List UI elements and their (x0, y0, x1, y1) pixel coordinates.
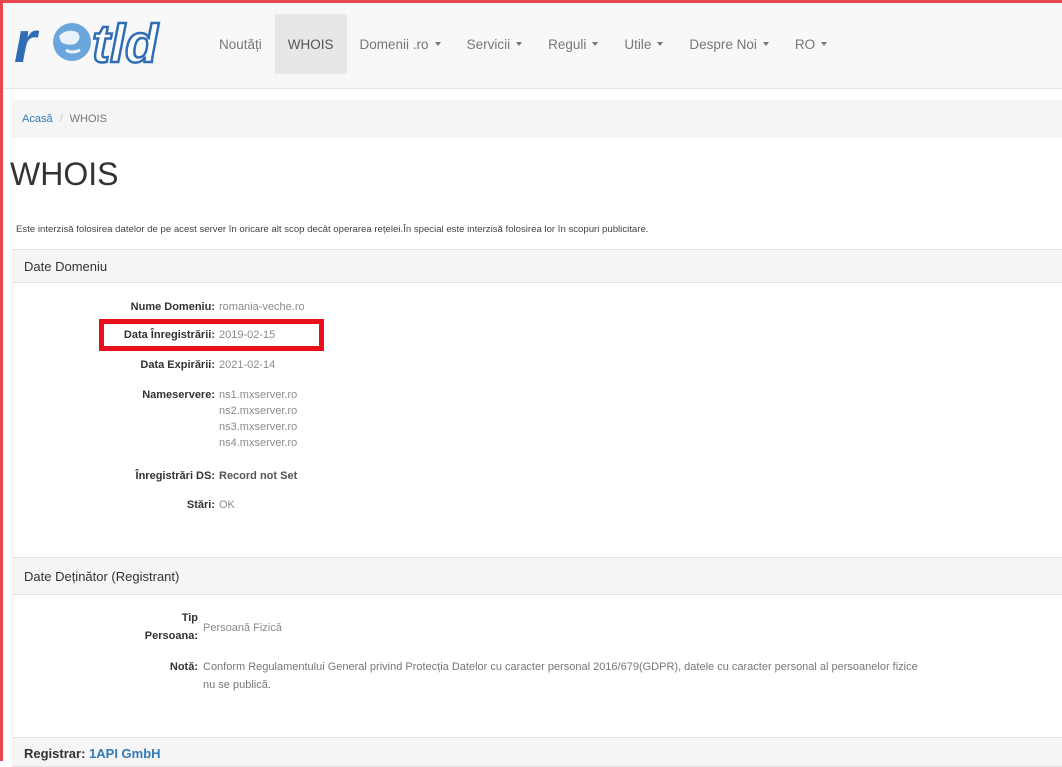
nav-item-language[interactable]: RO (782, 14, 840, 74)
page-title: WHOIS (10, 156, 119, 192)
nav-item-reguli[interactable]: Reguli (535, 14, 611, 74)
caret-down-icon (592, 42, 599, 46)
domain-name-value: romania-veche.ro (219, 301, 305, 313)
nav-item-despre-noi[interactable]: Despre Noi (676, 14, 782, 74)
registrar-heading: Registrar: 1API GmbH (12, 737, 1062, 767)
status-label: Stări: (186, 499, 215, 511)
ds-records-value: Record not Set (219, 470, 298, 482)
breadcrumb-home-link[interactable]: Acasă (22, 113, 53, 125)
registrar-link[interactable]: 1API GmbH (89, 746, 161, 761)
svg-text:tld: tld (92, 14, 159, 72)
breadcrumb-separator: / (59, 113, 63, 125)
nameservers-label: Nameservere: (142, 389, 215, 401)
nota-label: Notă: (169, 661, 198, 673)
ds-records-label: Înregistrări DS: (135, 470, 215, 482)
nav-item-noutati[interactable]: Noutăți (206, 14, 275, 74)
expiration-date-label: Data Expirării: (140, 359, 215, 371)
nav-item-servicii[interactable]: Servicii (454, 14, 536, 74)
caret-down-icon (821, 42, 828, 46)
nameserver-1: ns1.mxserver.ro (219, 389, 298, 401)
nav-menu: Noutăți WHOIS Domenii .ro Servicii Regul… (206, 14, 840, 74)
expiration-date-value: 2021-02-14 (219, 359, 276, 371)
breadcrumb: Acasă / WHOIS (12, 100, 1062, 138)
nav-item-utile[interactable]: Utile (611, 14, 676, 74)
caret-down-icon (762, 42, 769, 46)
nameserver-3: ns3.mxserver.ro (219, 421, 298, 433)
caret-down-icon (434, 42, 441, 46)
nameserver-2: ns2.mxserver.ro (219, 405, 298, 417)
nameserver-4: ns4.mxserver.ro (219, 437, 298, 449)
svg-text:r: r (14, 10, 40, 72)
caret-down-icon (657, 42, 664, 46)
gdpr-note-line1: Conform Regulamentului General privind P… (203, 661, 918, 673)
domain-section-heading: Date Domeniu (12, 249, 1062, 283)
person-type-label-line2: Persoana: (144, 630, 198, 642)
breadcrumb-current: WHOIS (69, 113, 107, 125)
person-type-label-line1: Tip (181, 612, 198, 624)
navbar: r tld Noutăți WHOIS Domenii .ro Servicii… (0, 0, 1062, 89)
registrar-label: Registrar: (24, 746, 86, 761)
domain-name-label: Nume Domeniu: (130, 301, 215, 313)
usage-notice: Este interzisă folosirea datelor de pe a… (16, 224, 649, 235)
registrant-section-heading: Date Deținător (Registrant) (12, 557, 1062, 595)
caret-down-icon (516, 42, 523, 46)
registration-date-highlight-box (99, 319, 324, 351)
nav-item-domenii[interactable]: Domenii .ro (347, 14, 454, 74)
nav-item-whois[interactable]: WHOIS (274, 14, 347, 74)
status-value: OK (219, 499, 235, 511)
person-type-value: Persoană Fizică (203, 622, 282, 634)
gdpr-note-line2: nu se publică. (203, 679, 271, 691)
rotld-logo[interactable]: r tld (14, 10, 194, 72)
